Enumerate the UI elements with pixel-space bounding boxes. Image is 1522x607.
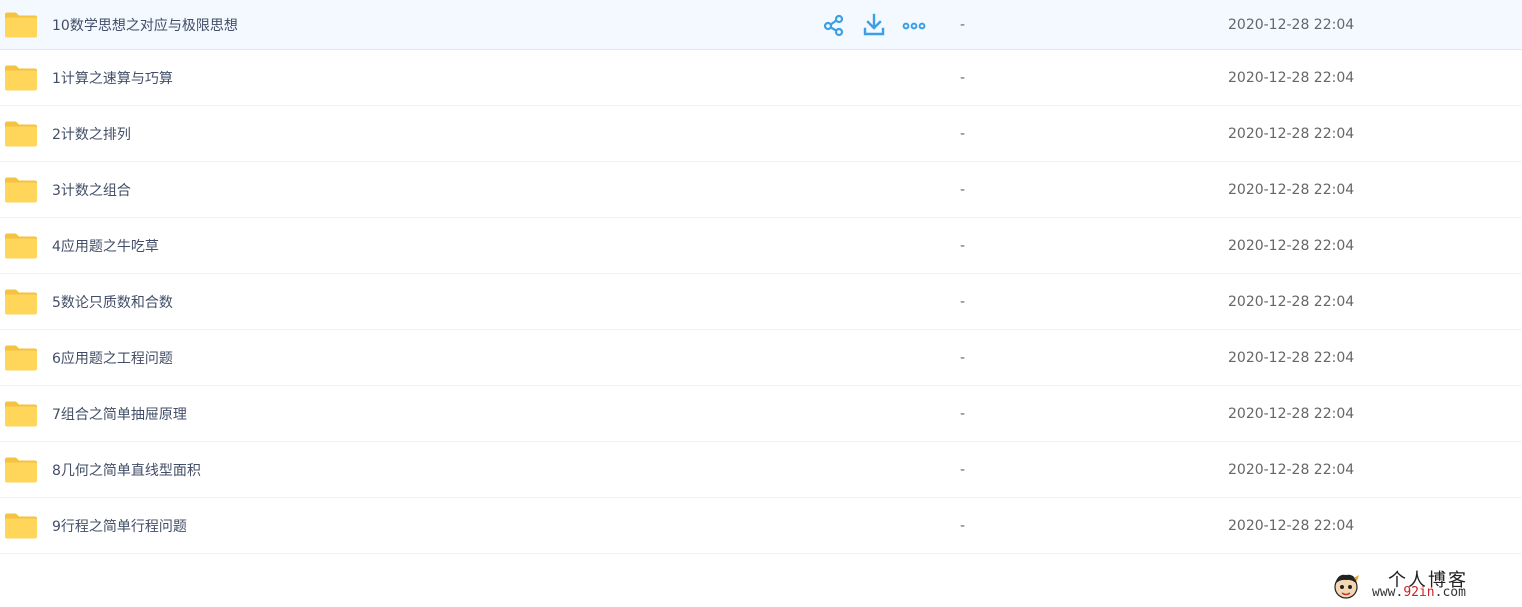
folder-icon	[4, 232, 38, 259]
file-size: -	[960, 405, 966, 422]
file-name-link[interactable]: 5数论只质数和合数	[52, 292, 173, 312]
file-name-link[interactable]: 6应用题之工程问题	[52, 348, 173, 368]
file-name-link[interactable]: 7组合之简单抽屉原理	[52, 404, 187, 424]
watermark: 个人博客 www.92in.com	[1330, 566, 1515, 604]
file-name-link[interactable]: 3计数之组合	[52, 180, 131, 200]
file-name-link[interactable]: 2计数之排列	[52, 124, 131, 144]
blog-avatar-icon	[1334, 574, 1359, 599]
file-name-link[interactable]: 8几何之简单直线型面积	[52, 460, 201, 480]
folder-icon	[4, 11, 38, 38]
folder-icon	[4, 512, 38, 539]
file-row[interactable]: 8几何之简单直线型面积 - 2020-12-28 22:04	[0, 442, 1522, 498]
file-modified-date: 2020-12-28 22:04	[1228, 461, 1355, 478]
folder-icon	[4, 176, 38, 203]
file-list: 10数学思想之对应与极限思想 -2020-12-28 22:04 1计算之速算与巧算…	[0, 0, 1522, 554]
folder-icon	[4, 120, 38, 147]
file-name-link[interactable]: 9行程之简单行程问题	[52, 516, 187, 536]
file-modified-date: 2020-12-28 22:04	[1228, 405, 1355, 422]
share-icon[interactable]	[822, 13, 846, 37]
folder-icon	[4, 64, 38, 91]
file-size: -	[960, 293, 966, 310]
file-size: -	[960, 181, 966, 198]
file-size: -	[960, 125, 966, 142]
folder-icon	[4, 400, 38, 427]
file-row[interactable]: 2计数之排列 - 2020-12-28 22:04	[0, 106, 1522, 162]
file-row[interactable]: 5数论只质数和合数 - 2020-12-28 22:04	[0, 274, 1522, 330]
file-name-link[interactable]: 1计算之速算与巧算	[52, 68, 173, 88]
file-row[interactable]: 9行程之简单行程问题 - 2020-12-28 22:04	[0, 498, 1522, 554]
folder-icon	[4, 288, 38, 315]
file-modified-date: 2020-12-28 22:04	[1228, 517, 1355, 534]
folder-icon	[4, 344, 38, 371]
watermark-url: www.92in.com	[1372, 585, 1466, 600]
file-name-link[interactable]: 10数学思想之对应与极限思想	[52, 15, 238, 35]
file-size: -	[960, 461, 966, 478]
file-row[interactable]: 1计算之速算与巧算 - 2020-12-28 22:04	[0, 50, 1522, 106]
file-row[interactable]: 4应用题之牛吃草 - 2020-12-28 22:04	[0, 218, 1522, 274]
file-size: -	[960, 517, 966, 534]
file-row[interactable]: 3计数之组合 - 2020-12-28 22:04	[0, 162, 1522, 218]
file-row[interactable]: 6应用题之工程问题 - 2020-12-28 22:04	[0, 330, 1522, 386]
file-size: -	[960, 16, 966, 33]
folder-icon	[4, 456, 38, 483]
file-size: -	[960, 349, 966, 366]
file-row[interactable]: 7组合之简单抽屉原理 - 2020-12-28 22:04	[0, 386, 1522, 442]
file-row[interactable]: 10数学思想之对应与极限思想 - 2020-12-28 22:04	[0, 0, 1522, 50]
file-name-link[interactable]: 4应用题之牛吃草	[52, 236, 159, 256]
file-modified-date: 2020-12-28 22:04	[1228, 349, 1355, 366]
download-icon[interactable]	[862, 13, 886, 37]
file-modified-date: 2020-12-28 22:04	[1228, 69, 1355, 86]
file-modified-date: 2020-12-28 22:04	[1228, 237, 1355, 254]
more-icon[interactable]	[902, 13, 926, 37]
file-modified-date: 2020-12-28 22:04	[1228, 181, 1355, 198]
file-modified-date: 2020-12-28 22:04	[1228, 125, 1355, 142]
file-size: -	[960, 237, 966, 254]
file-modified-date: 2020-12-28 22:04	[1228, 16, 1355, 33]
file-modified-date: 2020-12-28 22:04	[1228, 293, 1355, 310]
file-size: -	[960, 69, 966, 86]
